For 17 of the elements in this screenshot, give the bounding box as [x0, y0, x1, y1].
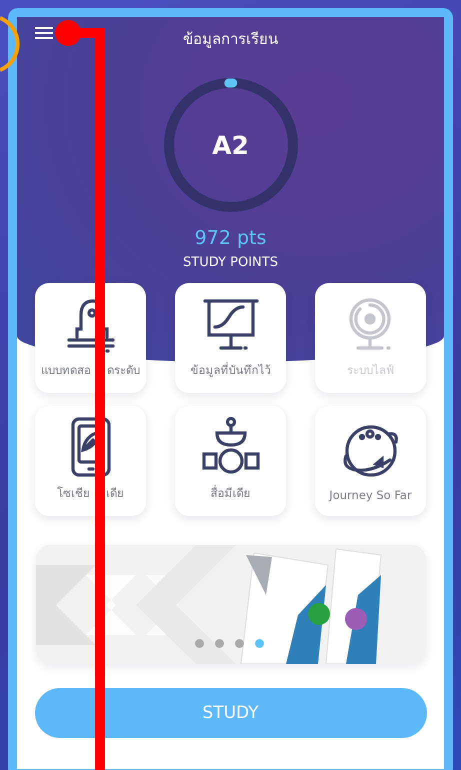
points-value: 972 pts	[194, 227, 266, 249]
grade-label: A2	[212, 130, 249, 160]
menu-tile[interactable]: แบบทดสอ ดระดับ	[35, 283, 146, 393]
menu-icon[interactable]	[35, 27, 53, 39]
menu-tile[interactable]: โซเชีย เดีย	[35, 406, 146, 516]
menu-tile[interactable]: สื่อมีเดีย	[175, 406, 286, 516]
tile-label: เดีย	[106, 485, 124, 502]
menu-tile[interactable]: ข้อมูลที่บันทึกไว้	[175, 283, 286, 393]
tile-label: แบบทดสอ	[41, 362, 91, 379]
highlight-arc	[0, 14, 22, 74]
page-title: ข้อมูลการเรียน	[183, 29, 278, 50]
tile-label: ดระดับ	[107, 362, 140, 379]
tablet-icon	[68, 416, 112, 478]
points-label: STUDY POINTS	[183, 255, 278, 270]
tile-label: โซเชีย	[57, 485, 90, 502]
study-button[interactable]: STUDY	[34, 688, 426, 738]
menu-tile[interactable]: Journey So Far	[315, 406, 426, 516]
